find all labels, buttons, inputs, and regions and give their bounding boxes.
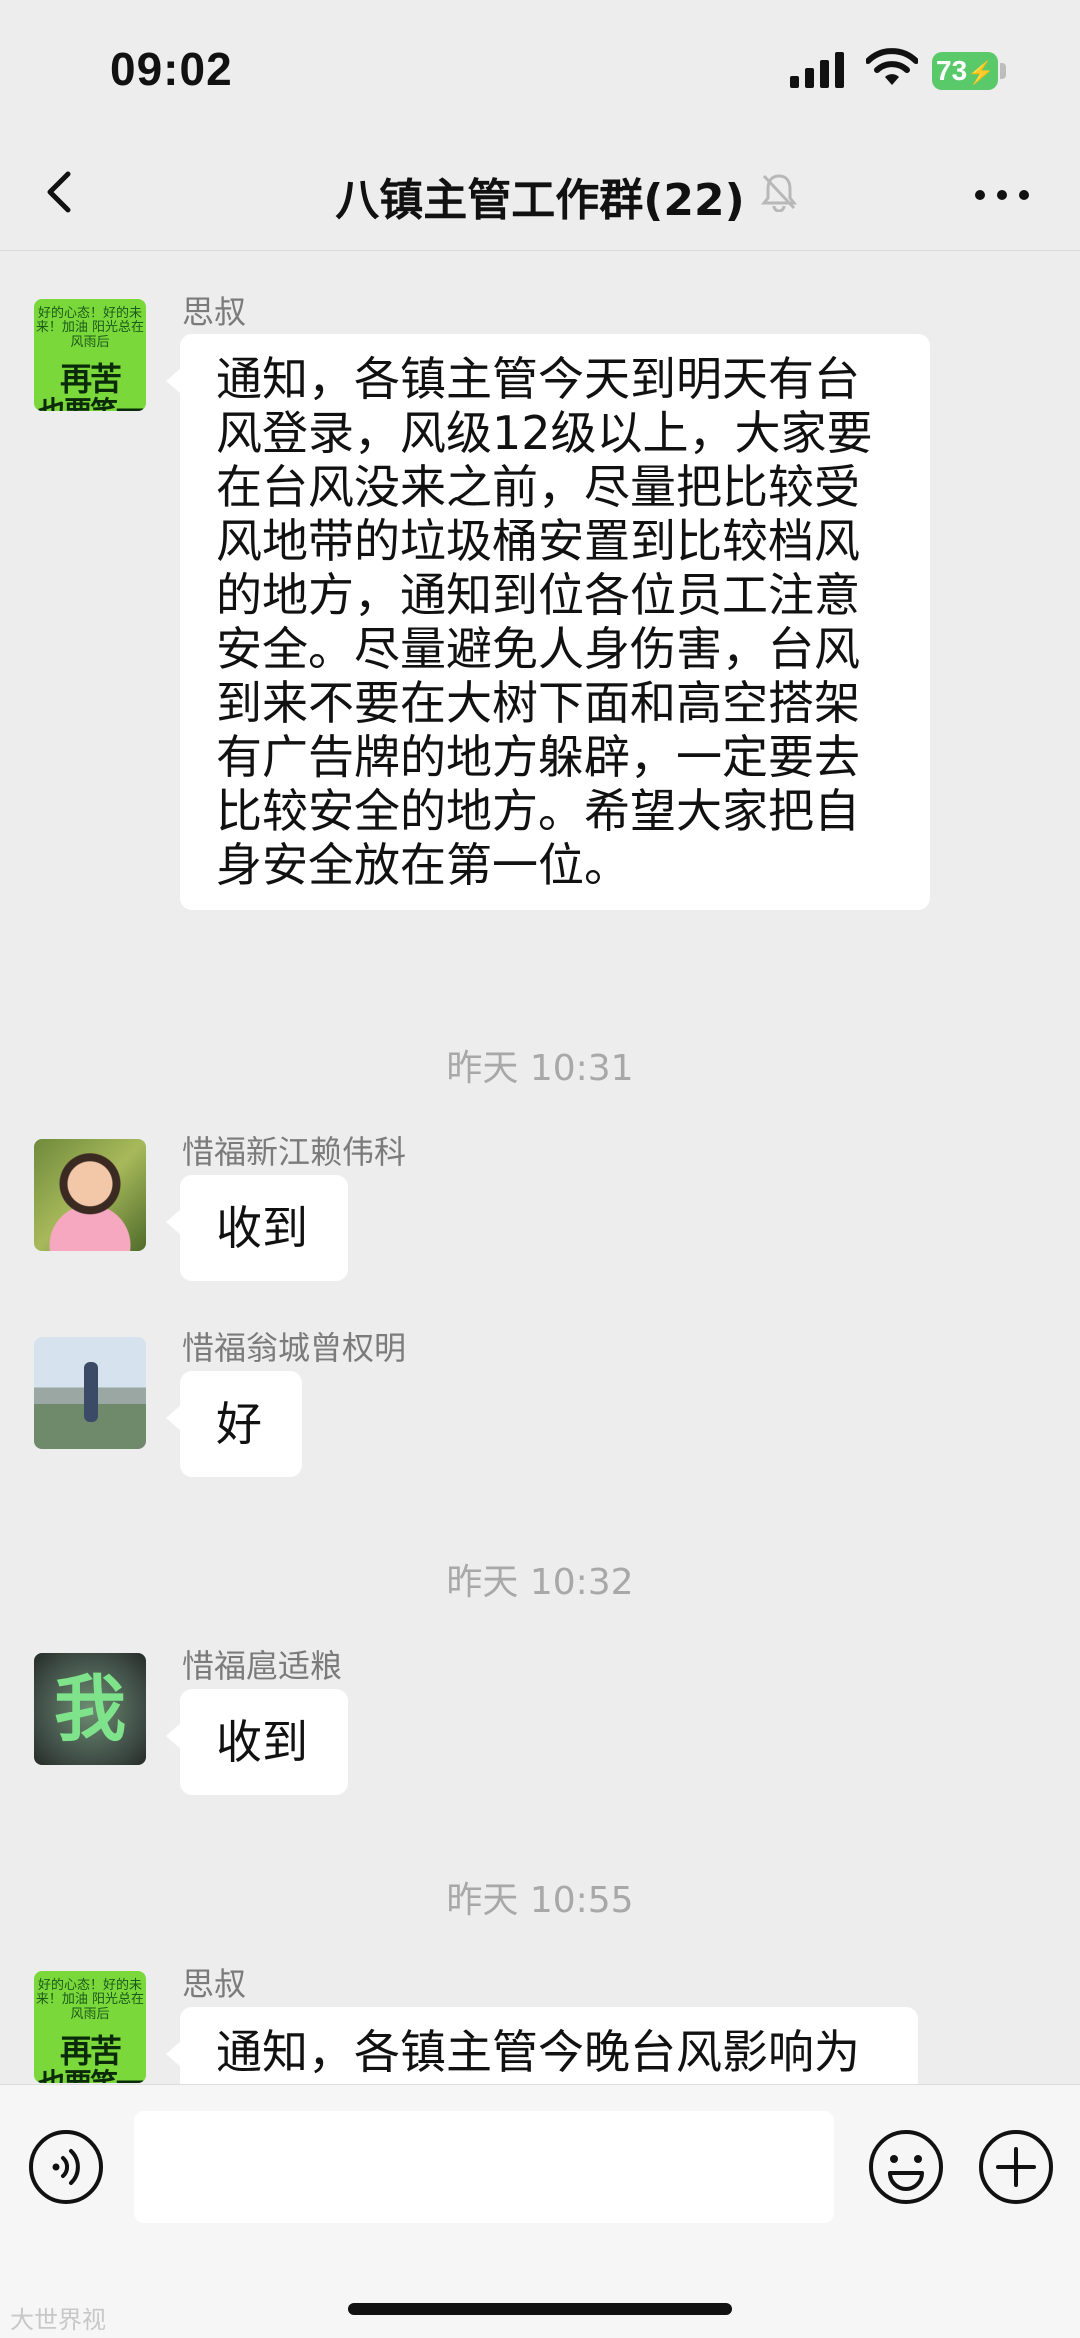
avatar-caption: 好的心态！好的未来！加油 阳光总在风雨后	[35, 1978, 145, 2022]
sender-name: 惜福翁城曾权明	[182, 1329, 407, 1367]
avatar-figure	[84, 1362, 98, 1422]
avatar[interactable]	[34, 1139, 146, 1251]
input-bar	[0, 2084, 1080, 2338]
battery-level: 73	[936, 55, 968, 86]
avatar-text: 也要笑一笑	[34, 2068, 146, 2083]
message-line: 在台风没来之前，尽量把比较受	[216, 460, 860, 514]
emoji-icon[interactable]	[866, 2127, 946, 2207]
avatar-text: 也要笑一笑	[34, 396, 146, 411]
message-list[interactable]: 好的心态！好的未来！加油 阳光总在风雨后 再苦 也要笑一笑 思叔 通知，各镇主管…	[0, 251, 1080, 2084]
message-line: 风地带的垃圾桶安置到比较档风	[216, 514, 860, 568]
avatar-text: 再苦	[59, 2031, 122, 2070]
message-bubble[interactable]: 通知，各镇主管今晚台风影响为	[166, 2007, 918, 2084]
chat-header: 八镇主管工作群(22)	[0, 140, 1080, 251]
chat-title: 八镇主管工作群(22)	[335, 175, 745, 226]
home-indicator[interactable]	[348, 2303, 732, 2315]
timestamp: 昨天 10:55	[446, 1880, 634, 1921]
message-input[interactable]	[134, 2111, 834, 2223]
message-line: 风登录，风级12级以上，大家要	[216, 406, 873, 460]
plus-icon[interactable]	[976, 2127, 1056, 2207]
timestamp: 昨天 10:31	[446, 1048, 634, 1089]
avatar[interactable]: 我	[34, 1653, 146, 1765]
message-line: 有广告牌的地方躲辟，一定要去	[216, 730, 860, 784]
message-line: 通知，各镇主管今天到明天有台	[216, 352, 860, 406]
sender-name: 惜福新江赖伟科	[182, 1133, 407, 1171]
voice-icon[interactable]	[26, 2127, 106, 2207]
mute-icon	[760, 174, 798, 212]
sender-name: 惜福扈适粮	[182, 1647, 343, 1685]
more-icon[interactable]	[970, 170, 1034, 220]
message-line: 到来不要在大树下面和高空搭架	[216, 676, 860, 730]
message-line: 的地方，通知到位各位员工注意	[216, 568, 860, 622]
status-bar: 09:02 73⚡	[0, 0, 1080, 140]
signal-icon	[790, 52, 844, 88]
avatar-text: 我	[53, 1667, 126, 1751]
avatar-caption: 好的心态！好的未来！加油 阳光总在风雨后	[35, 306, 145, 350]
message-line: 比较安全的地方。希望大家把自	[216, 784, 860, 838]
avatar[interactable]: 好的心态！好的未来！加油 阳光总在风雨后 再苦 也要笑一笑	[34, 299, 146, 411]
battery-tip	[1000, 63, 1006, 79]
message-line: 身安全放在第一位。	[216, 838, 630, 892]
avatar[interactable]: 好的心态！好的未来！加油 阳光总在风雨后 再苦 也要笑一笑	[34, 1971, 146, 2083]
status-time: 09:02	[110, 43, 233, 95]
sender-name: 思叔	[182, 1965, 247, 2003]
timestamp: 昨天 10:32	[446, 1562, 634, 1603]
message-bubble[interactable]: 好	[166, 1371, 302, 1477]
battery-icon: 73⚡	[932, 52, 998, 90]
avatar-text: 再苦	[59, 359, 122, 398]
message-bubble[interactable]: 收到	[166, 1689, 348, 1795]
sender-name: 思叔	[182, 293, 247, 331]
message-bubble[interactable]: 通知，各镇主管今天到明天有台 风登录，风级12级以上，大家要 在台风没来之前，尽…	[166, 334, 930, 910]
wifi-icon	[866, 48, 918, 85]
avatar[interactable]	[34, 1337, 146, 1449]
watermark: 大世界视	[10, 2306, 106, 2334]
charging-bolt-icon: ⚡	[967, 60, 995, 85]
message-line: 安全。尽量避免人身伤害，台风	[216, 622, 860, 676]
message-bubble[interactable]: 收到	[166, 1175, 348, 1281]
